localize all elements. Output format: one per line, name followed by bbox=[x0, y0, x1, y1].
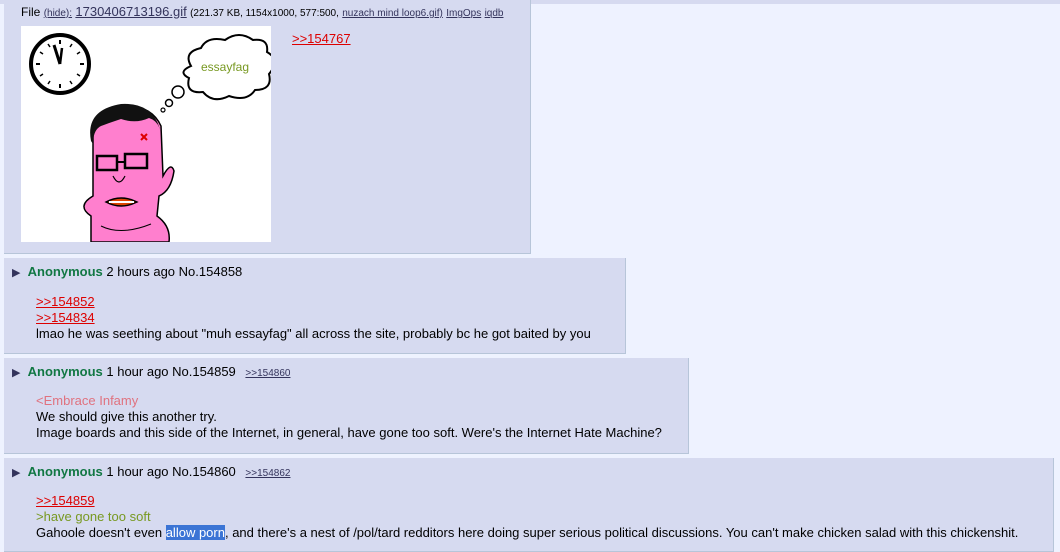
post-text-line: Gahoole doesn't even allow porn, and the… bbox=[36, 525, 1018, 541]
post-header: ▶ Anonymous 1 hour ago No.154860 >>15486… bbox=[12, 464, 290, 479]
poster-name: Anonymous bbox=[27, 264, 103, 279]
post-text: Image boards and this side of the Intern… bbox=[36, 425, 662, 440]
quotelink[interactable]: >>154859 bbox=[36, 493, 95, 509]
backlink[interactable]: >>154860 bbox=[245, 368, 290, 379]
quotelink[interactable]: >>154767 bbox=[292, 31, 351, 46]
iqdb-link[interactable]: iqdb bbox=[485, 8, 504, 19]
post-with-image: File (hide): 1730406713196.gif (221.37 K… bbox=[4, 0, 531, 254]
file-name-link[interactable]: 1730406713196.gif bbox=[75, 4, 186, 19]
post-time: 1 hour ago bbox=[106, 464, 169, 479]
post-header: ▶ Anonymous 1 hour ago No.154859 >>15486… bbox=[12, 364, 290, 379]
poster-name: Anonymous bbox=[27, 464, 103, 479]
post-number[interactable]: No.154858 bbox=[179, 264, 243, 279]
post-154859: ▶ Anonymous 1 hour ago No.154859 >>15486… bbox=[4, 358, 689, 454]
post-image[interactable]: essayfag bbox=[21, 26, 271, 242]
clock-icon bbox=[29, 33, 91, 95]
file-label: File bbox=[21, 5, 41, 19]
pinktext-line: <Embrace Infamy bbox=[36, 393, 139, 408]
quotelink[interactable]: >>154852 bbox=[36, 294, 95, 310]
file-meta: (221.37 KB, 1154x1000, 577:500, bbox=[190, 8, 339, 19]
original-filename-link[interactable]: nuzach mind loop6.gif) bbox=[342, 8, 443, 19]
wojak-face bbox=[83, 103, 175, 242]
file-info: File (hide): 1730406713196.gif (221.37 K… bbox=[21, 4, 503, 19]
post-154858: ▶ Anonymous 2 hours ago No.154858 >>1548… bbox=[4, 258, 626, 354]
post-menu-triangle-icon[interactable]: ▶ bbox=[12, 466, 24, 479]
backlink[interactable]: >>154862 bbox=[245, 468, 290, 479]
post-time: 2 hours ago bbox=[106, 264, 176, 279]
post-header: ▶ Anonymous 2 hours ago No.154858 bbox=[12, 264, 242, 279]
hide-link[interactable]: (hide): bbox=[44, 8, 72, 19]
bubble-text: essayfag bbox=[201, 60, 249, 74]
post-text: , and there's a nest of /pol/tard reddit… bbox=[224, 525, 1019, 540]
post-time: 1 hour ago bbox=[106, 364, 169, 379]
post-number[interactable]: No.154860 bbox=[172, 464, 236, 479]
post-text: lmao he was seething about "muh essayfag… bbox=[36, 326, 591, 341]
selected-text: allow porn bbox=[165, 525, 225, 540]
wojak-clock-illustration: essayfag bbox=[29, 33, 271, 242]
imgops-link[interactable]: ImgOps bbox=[446, 8, 481, 19]
post-text: We should give this another try. bbox=[36, 409, 217, 424]
thought-bubble: essayfag bbox=[160, 34, 271, 113]
post-text: Gahoole doesn't even bbox=[36, 525, 163, 540]
thread-page: File (hide): 1730406713196.gif (221.37 K… bbox=[0, 0, 1060, 552]
quotelink[interactable]: >>154834 bbox=[36, 310, 95, 326]
poster-name: Anonymous bbox=[27, 364, 103, 379]
post-number[interactable]: No.154859 bbox=[172, 364, 236, 379]
post-menu-triangle-icon[interactable]: ▶ bbox=[12, 266, 24, 279]
post-154860: ▶ Anonymous 1 hour ago No.154860 >>15486… bbox=[4, 458, 1054, 552]
post-menu-triangle-icon[interactable]: ▶ bbox=[12, 366, 24, 379]
greentext-line: >have gone too soft bbox=[36, 509, 151, 524]
